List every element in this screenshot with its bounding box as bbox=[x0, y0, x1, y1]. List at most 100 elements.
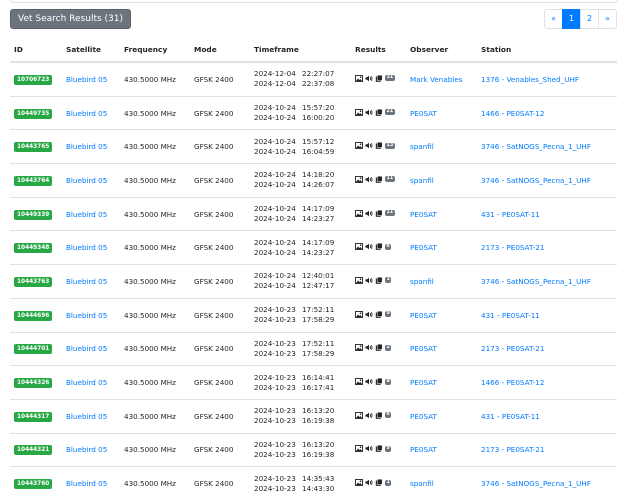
vet-search-results-button[interactable]: Vet Search Results (31) bbox=[10, 9, 131, 29]
pagination-next[interactable]: » bbox=[598, 9, 617, 29]
satellite-link[interactable]: Bluebird 05 bbox=[66, 176, 107, 185]
image-icon[interactable] bbox=[355, 378, 363, 385]
data-icon[interactable] bbox=[375, 209, 383, 217]
observer-link[interactable]: PE0SAT bbox=[410, 445, 437, 454]
observation-id-badge[interactable]: 10443764 bbox=[14, 175, 53, 186]
satellite-link[interactable]: Bluebird 05 bbox=[66, 277, 107, 286]
image-icon[interactable] bbox=[355, 108, 363, 116]
satellite-link[interactable]: Bluebird 05 bbox=[66, 243, 107, 252]
observer-link[interactable]: PE0SAT bbox=[410, 109, 437, 118]
pagination-page-1[interactable]: 1 bbox=[562, 9, 581, 29]
pagination-prev[interactable]: « bbox=[544, 9, 563, 29]
image-icon[interactable] bbox=[355, 142, 363, 150]
image-icon[interactable] bbox=[355, 479, 363, 487]
data-icon[interactable] bbox=[375, 74, 383, 82]
observation-id-badge[interactable]: 10706723 bbox=[14, 74, 53, 85]
observer-link[interactable]: PE0SAT bbox=[410, 344, 437, 353]
data-icon[interactable] bbox=[375, 479, 383, 487]
data-icon[interactable] bbox=[375, 378, 383, 385]
audio-icon[interactable] bbox=[365, 344, 373, 351]
satellite-link[interactable]: Bluebird 05 bbox=[66, 412, 107, 421]
data-icon[interactable] bbox=[375, 445, 383, 453]
observer-link[interactable]: spanfil bbox=[410, 176, 434, 185]
image-icon[interactable] bbox=[355, 277, 363, 284]
audio-icon[interactable] bbox=[365, 243, 373, 250]
satellite-link[interactable]: Bluebird 05 bbox=[66, 109, 107, 118]
station-link[interactable]: 3746 - SatNOGS_Pecna_1_UHF bbox=[481, 277, 591, 286]
data-icon[interactable] bbox=[375, 411, 383, 419]
satellite-link[interactable]: Bluebird 05 bbox=[66, 378, 107, 387]
observer-link[interactable]: Mark Venables bbox=[410, 75, 462, 84]
pagination-page-2[interactable]: 2 bbox=[580, 9, 599, 29]
observer-link[interactable]: spanfil bbox=[410, 479, 434, 488]
station-link[interactable]: 2173 - PE0SAT-21 bbox=[481, 243, 544, 252]
header-station[interactable]: Station bbox=[477, 38, 617, 63]
observation-id-badge[interactable]: 10444317 bbox=[14, 411, 53, 422]
audio-icon[interactable] bbox=[365, 277, 373, 284]
image-icon[interactable] bbox=[355, 74, 363, 82]
observation-id-badge[interactable]: 10444701 bbox=[14, 344, 53, 355]
header-id[interactable]: ID bbox=[10, 38, 62, 63]
station-link[interactable]: 1466 - PE0SAT-12 bbox=[481, 109, 544, 118]
observation-id-badge[interactable]: 10444326 bbox=[14, 378, 53, 389]
station-link[interactable]: 1376 - Venables_Shed_UHF bbox=[481, 75, 579, 84]
audio-icon[interactable] bbox=[365, 142, 373, 149]
image-icon[interactable] bbox=[355, 445, 363, 453]
satellite-link[interactable]: Bluebird 05 bbox=[66, 311, 107, 320]
observer-link[interactable]: spanfil bbox=[410, 142, 434, 151]
satellite-link[interactable]: Bluebird 05 bbox=[66, 75, 107, 84]
data-icon[interactable] bbox=[375, 344, 383, 352]
image-icon[interactable] bbox=[355, 411, 363, 419]
observation-id-badge[interactable]: 10443760 bbox=[14, 479, 53, 490]
data-icon[interactable] bbox=[375, 175, 383, 183]
data-icon[interactable] bbox=[375, 142, 383, 150]
audio-icon[interactable] bbox=[365, 75, 373, 82]
image-icon[interactable] bbox=[355, 175, 363, 183]
audio-icon[interactable] bbox=[365, 176, 373, 183]
observer-link[interactable]: PE0SAT bbox=[410, 378, 437, 387]
audio-icon[interactable] bbox=[365, 445, 373, 452]
image-icon[interactable] bbox=[355, 344, 363, 352]
observation-id-badge[interactable]: 10443763 bbox=[14, 276, 53, 287]
audio-icon[interactable] bbox=[365, 210, 373, 217]
data-icon[interactable] bbox=[375, 108, 383, 116]
image-icon[interactable] bbox=[355, 310, 363, 318]
observer-link[interactable]: PE0SAT bbox=[410, 412, 437, 421]
station-link[interactable]: 2173 - PE0SAT-21 bbox=[481, 344, 544, 353]
audio-icon[interactable] bbox=[365, 109, 373, 116]
satellite-link[interactable]: Bluebird 05 bbox=[66, 445, 107, 454]
satellite-link[interactable]: Bluebird 05 bbox=[66, 142, 107, 151]
observer-link[interactable]: PE0SAT bbox=[410, 210, 437, 219]
audio-icon[interactable] bbox=[365, 378, 373, 385]
station-link[interactable]: 431 - PE0SAT-11 bbox=[481, 412, 540, 421]
audio-icon[interactable] bbox=[365, 311, 373, 318]
data-icon[interactable] bbox=[375, 276, 383, 284]
observation-id-badge[interactable]: 10449339 bbox=[14, 209, 53, 220]
station-link[interactable]: 431 - PE0SAT-11 bbox=[481, 210, 540, 219]
audio-icon[interactable] bbox=[365, 412, 373, 419]
satellite-link[interactable]: Bluebird 05 bbox=[66, 479, 107, 488]
observer-link[interactable]: PE0SAT bbox=[410, 243, 437, 252]
header-observer[interactable]: Observer bbox=[406, 38, 477, 63]
station-link[interactable]: 3746 - SatNOGS_Pecna_1_UHF bbox=[481, 479, 591, 488]
header-results[interactable]: Results bbox=[351, 38, 406, 63]
station-link[interactable]: 3746 - SatNOGS_Pecna_1_UHF bbox=[481, 142, 591, 151]
header-satellite[interactable]: Satellite bbox=[62, 38, 120, 63]
header-frequency[interactable]: Frequency bbox=[120, 38, 190, 63]
audio-icon[interactable] bbox=[365, 479, 373, 486]
observation-id-badge[interactable]: 10449735 bbox=[14, 108, 53, 119]
satellite-link[interactable]: Bluebird 05 bbox=[66, 210, 107, 219]
image-icon[interactable] bbox=[355, 243, 363, 251]
satellite-link[interactable]: Bluebird 05 bbox=[66, 344, 107, 353]
station-link[interactable]: 3746 - SatNOGS_Pecna_1_UHF bbox=[481, 176, 591, 185]
observer-link[interactable]: PE0SAT bbox=[410, 311, 437, 320]
header-mode[interactable]: Mode bbox=[190, 38, 250, 63]
station-link[interactable]: 1466 - PE0SAT-12 bbox=[481, 378, 544, 387]
data-icon[interactable] bbox=[375, 310, 383, 318]
station-link[interactable]: 2173 - PE0SAT-21 bbox=[481, 445, 544, 454]
image-icon[interactable] bbox=[355, 209, 363, 217]
header-timeframe[interactable]: Timeframe bbox=[250, 38, 351, 63]
station-link[interactable]: 431 - PE0SAT-11 bbox=[481, 311, 540, 320]
observer-link[interactable]: spanfil bbox=[410, 277, 434, 286]
observation-id-badge[interactable]: 10449348 bbox=[14, 243, 53, 254]
